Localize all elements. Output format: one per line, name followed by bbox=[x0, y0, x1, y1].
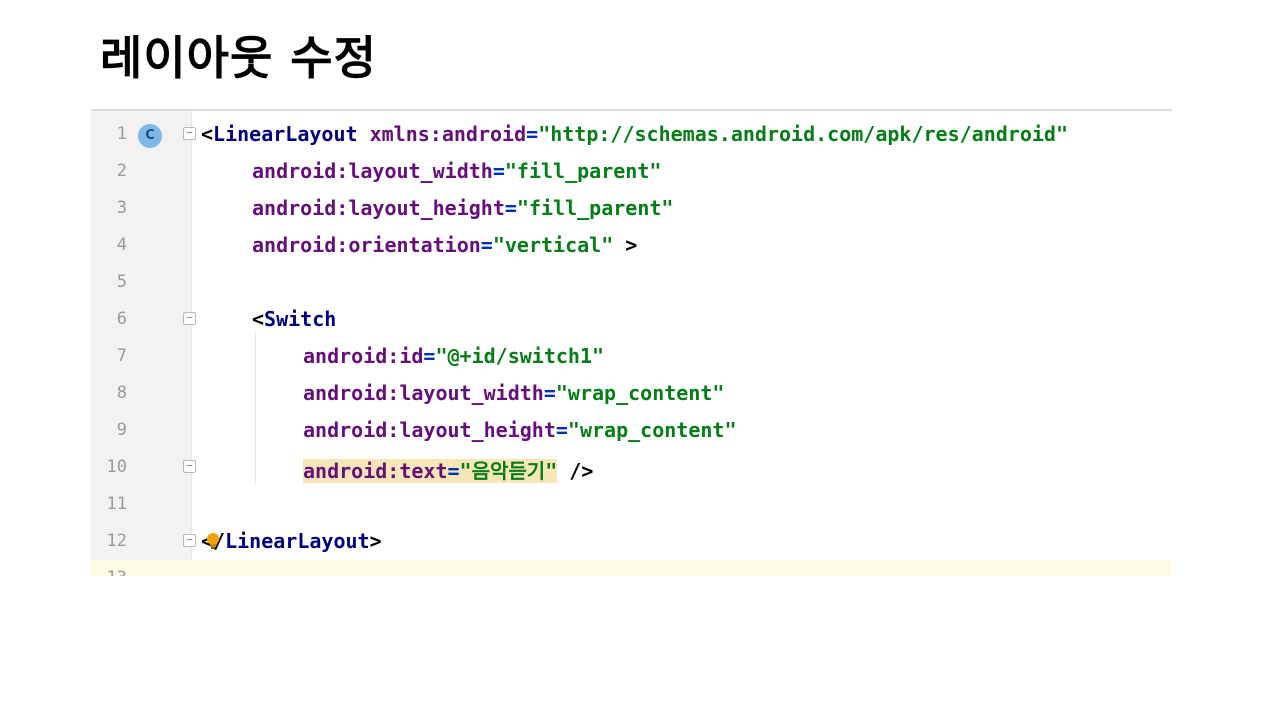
code-token: android:text bbox=[303, 459, 448, 483]
fold-icon[interactable]: − bbox=[183, 127, 196, 140]
code-token: android:orientation bbox=[252, 233, 481, 257]
line-number: 13 bbox=[91, 568, 127, 576]
code-token: /> bbox=[557, 459, 594, 483]
line-number: 1 bbox=[116, 124, 127, 144]
code-token: > bbox=[369, 529, 382, 553]
code-token: "wrap_content" bbox=[567, 418, 737, 442]
code-token: < bbox=[201, 122, 214, 146]
code-token: android:id bbox=[303, 344, 424, 368]
code-token: = bbox=[423, 344, 436, 368]
code-line-2[interactable]: 2 android:layout_width="fill_parent" bbox=[91, 153, 1172, 190]
code-token: Switch bbox=[264, 307, 337, 331]
code-token: android:layout_width bbox=[303, 381, 544, 405]
code-token: "wrap_content" bbox=[555, 381, 725, 405]
code-line-6[interactable]: 6 − <Switch bbox=[91, 301, 1172, 338]
code-token: > bbox=[613, 233, 638, 257]
code-token: < bbox=[252, 307, 265, 331]
fold-icon[interactable]: − bbox=[183, 312, 196, 325]
code-token: = bbox=[543, 381, 556, 405]
line-number: 4 bbox=[116, 235, 127, 255]
code-token: android:layout_width bbox=[252, 159, 493, 183]
code-line-9[interactable]: 9 android:layout_height="wrap_content" bbox=[91, 412, 1172, 449]
code-token: = bbox=[447, 459, 460, 483]
intention-bulb-icon[interactable] bbox=[205, 531, 221, 549]
code-token: android:layout_height bbox=[252, 196, 505, 220]
line-number: 9 bbox=[116, 420, 127, 440]
code-line-7[interactable]: 7 android:id="@+id/switch1" bbox=[91, 338, 1172, 375]
line-number: 2 bbox=[116, 161, 127, 181]
fold-icon[interactable]: − bbox=[183, 460, 196, 473]
code-token: android:layout_height bbox=[303, 418, 556, 442]
line-number: 12 bbox=[106, 531, 127, 551]
code-token: "http://schemas.android.com/apk/res/andr… bbox=[538, 122, 1068, 146]
code-editor[interactable]: 1 C − <LinearLayout xmlns:android="http:… bbox=[91, 109, 1172, 576]
class-icon[interactable]: C bbox=[138, 124, 162, 148]
code-token: "vertical" bbox=[492, 233, 614, 257]
line-number: 11 bbox=[106, 494, 127, 514]
slide-title: 레이아웃 수정 bbox=[100, 31, 377, 85]
code-line-13[interactable]: 13 bbox=[91, 560, 1172, 576]
code-token: "음악듣기" bbox=[459, 459, 558, 483]
code-token: LinearLayout bbox=[213, 122, 358, 146]
code-token: LinearLayout bbox=[225, 529, 370, 553]
code-token: = bbox=[492, 159, 505, 183]
line-number: 5 bbox=[116, 272, 127, 292]
code-token: = bbox=[526, 122, 539, 146]
line-number: 7 bbox=[116, 346, 127, 366]
code-token: "fill_parent" bbox=[516, 196, 674, 220]
code-line-10[interactable]: 10 − android:text="음악듣기" /> bbox=[91, 449, 1172, 486]
code-line-3[interactable]: 3 android:layout_height="fill_parent" bbox=[91, 190, 1172, 227]
code-token: xmlns:android bbox=[369, 122, 527, 146]
code-token: = bbox=[480, 233, 493, 257]
code-line-1[interactable]: 1 C − <LinearLayout xmlns:android="http:… bbox=[91, 116, 1172, 153]
line-number: 10 bbox=[106, 457, 127, 477]
code-line-4[interactable]: 4 android:orientation="vertical" > bbox=[91, 227, 1172, 264]
line-number: 3 bbox=[116, 198, 127, 218]
fold-icon[interactable]: − bbox=[183, 534, 196, 547]
code-line-11[interactable]: 11 bbox=[91, 486, 1172, 523]
line-number: 6 bbox=[116, 309, 127, 329]
code-line-8[interactable]: 8 android:layout_width="wrap_content" bbox=[91, 375, 1172, 412]
line-number: 8 bbox=[116, 383, 127, 403]
code-token: = bbox=[504, 196, 517, 220]
code-token: = bbox=[555, 418, 568, 442]
code-line-5[interactable]: 5 bbox=[91, 264, 1172, 301]
code-token: "fill_parent" bbox=[504, 159, 662, 183]
highlighted-attribute[interactable]: android:text="음악듣기" bbox=[303, 459, 558, 483]
code-line-12[interactable]: 12 − </LinearLayout> bbox=[91, 523, 1172, 560]
code-token: "@+id/switch1" bbox=[435, 344, 605, 368]
